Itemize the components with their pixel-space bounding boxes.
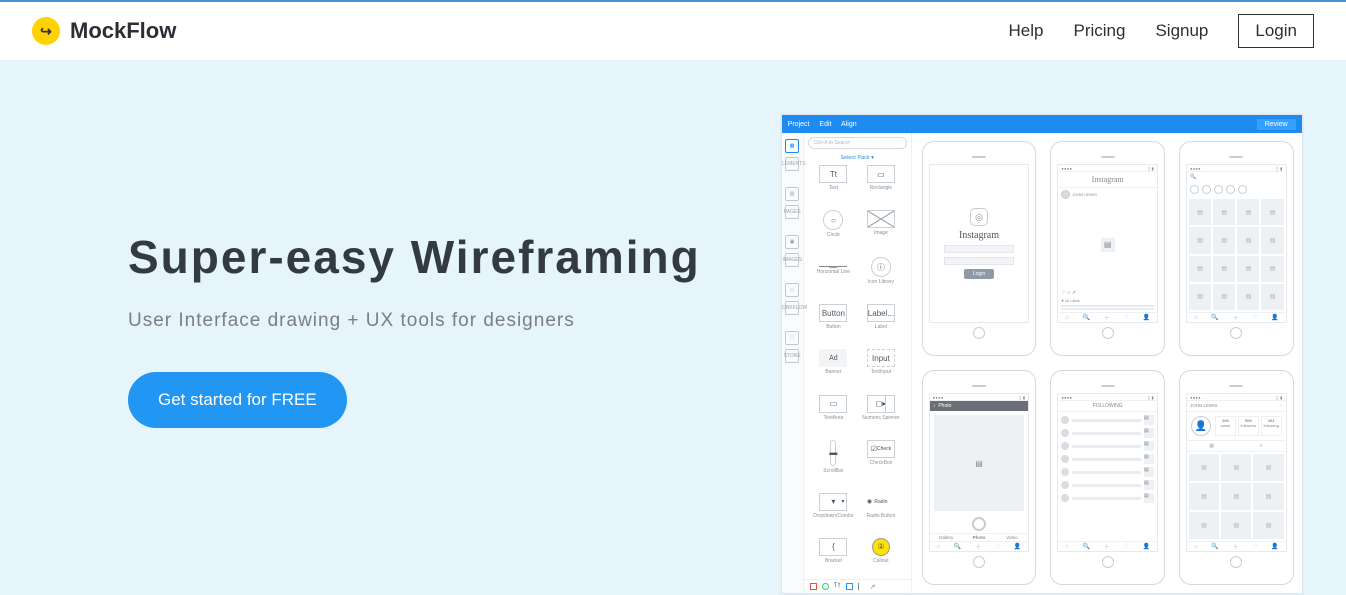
element-label[interactable]: Label...Label bbox=[859, 304, 903, 345]
feed-title: Instagram bbox=[1058, 172, 1157, 188]
element-textinput[interactable]: InputTextInput bbox=[859, 349, 903, 390]
element-text[interactable]: TtText bbox=[812, 165, 856, 206]
element-checkbox[interactable]: ☑ CheckCheckBox bbox=[859, 440, 903, 489]
mock-phone-profile[interactable]: ●●●●▯ ▮ JOHN LEWIS⋯ 👤 200posts 509follow… bbox=[1179, 370, 1294, 585]
hero-title: Super-easy Wireframing bbox=[128, 230, 781, 284]
rail-store-icon[interactable]: ⬚ bbox=[785, 331, 799, 345]
shutter-icon[interactable] bbox=[972, 517, 986, 531]
top-nav: Help Pricing Signup Login bbox=[1009, 14, 1314, 48]
password-field[interactable] bbox=[944, 257, 1013, 265]
tb-edit[interactable]: Edit bbox=[819, 121, 831, 128]
element-image[interactable]: Image bbox=[859, 210, 903, 253]
shape-arrow-icon[interactable]: ↗ bbox=[870, 583, 877, 590]
photo-bar: ‹Photo bbox=[930, 401, 1029, 411]
rail-images-label: IMAGES bbox=[785, 253, 799, 267]
rail-elements-label: ELEMENTS bbox=[785, 157, 799, 171]
element-banner[interactable]: AdBanner bbox=[812, 349, 856, 390]
status-bar: ●●●●▯ ▮ bbox=[1058, 165, 1157, 172]
mock-phone-explore[interactable]: ●●●●▯ ▮ 🔍 ▤▤▤▤ ▤▤▤▤ ▤▤▤▤ ▤▤▤▤ ⌂🔍＋♡👤 bbox=[1179, 141, 1294, 356]
brand-name: MockFlow bbox=[70, 18, 176, 44]
shape-text-icon[interactable]: T† bbox=[834, 583, 841, 590]
element-dropdown-combo[interactable]: ▾Dropdown/Combo bbox=[812, 493, 856, 534]
mock-phone-following[interactable]: ●●●●▯ ▮ FOLLOWING ▤ ▤ ▤ ▤ ▤ ▤ ▤ bbox=[1050, 370, 1165, 585]
element-circle[interactable]: ○Circle bbox=[812, 210, 856, 253]
rail-elements-icon[interactable]: ▦ bbox=[785, 139, 799, 153]
mock-phone-login[interactable]: ◎ Instagram Login bbox=[922, 141, 1037, 356]
username-field[interactable] bbox=[944, 245, 1013, 253]
phone-speaker bbox=[972, 156, 986, 158]
select-pack-link[interactable]: Select Pack ▾ bbox=[804, 155, 911, 161]
tb-align[interactable]: Align bbox=[841, 121, 857, 128]
nav-help[interactable]: Help bbox=[1009, 21, 1044, 41]
feed-user: JOHN LEWIS bbox=[1072, 192, 1096, 197]
rail-workflow-label: WORKFLOW bbox=[785, 301, 799, 315]
instagram-icon: ◎ bbox=[970, 208, 988, 226]
image-placeholder-icon: ▤ bbox=[1101, 238, 1115, 252]
hero-section: Super-easy Wireframing User Interface dr… bbox=[0, 60, 1346, 595]
editor-toolbar: Project Edit Align Review bbox=[782, 115, 1302, 133]
instagram-logo-text: Instagram bbox=[959, 230, 999, 241]
avatar-icon: 👤 bbox=[1191, 416, 1211, 436]
element-icon-library[interactable]: ⓘIcon Library bbox=[859, 257, 903, 300]
elements-grid: TtText▭Rectangle○CircleImage—Horizontal … bbox=[804, 165, 911, 579]
element-radio-button[interactable]: ◉ RadioRadio Button bbox=[859, 493, 903, 534]
profile-stats: 200posts 509followers 161following bbox=[1215, 416, 1282, 436]
shape-square-icon[interactable] bbox=[810, 583, 817, 590]
hero-copy: Super-easy Wireframing User Interface dr… bbox=[0, 60, 781, 595]
elements-panel: Ctrl+A to Search Select Pack ▾ TtText▭Re… bbox=[804, 133, 912, 593]
element-scrollbar[interactable]: ▬ScrollBar bbox=[812, 440, 856, 489]
image-placeholder-icon: ▤ bbox=[972, 456, 986, 470]
rail-pages-label: PAGES bbox=[785, 205, 799, 219]
panel-footer: T† ↗ bbox=[804, 579, 911, 593]
element-textarea[interactable]: ▭TextArea bbox=[812, 395, 856, 436]
editor-siderail: ▦ ELEMENTS ▤ PAGES ▣ IMAGES ◇ WORKFLOW ⬚… bbox=[782, 133, 804, 593]
phone-home-button bbox=[973, 327, 985, 339]
login-button[interactable]: Login bbox=[1238, 14, 1314, 48]
element-numeric-spinner[interactable]: ◻▸Numeric Spinner bbox=[859, 395, 903, 436]
rail-images-icon[interactable]: ▣ bbox=[785, 235, 799, 249]
element-rectangle[interactable]: ▭Rectangle bbox=[859, 165, 903, 206]
brand-logo[interactable]: ↪ MockFlow bbox=[32, 17, 176, 45]
wireframe-editor: Project Edit Align Review ▦ ELEMENTS ▤ P… bbox=[781, 114, 1303, 594]
shape-rect-icon[interactable] bbox=[846, 583, 853, 590]
tabbar: ⌂🔍＋♡👤 bbox=[1058, 312, 1157, 322]
rail-pages-icon[interactable]: ▤ bbox=[785, 187, 799, 201]
element-button[interactable]: ButtonButton bbox=[812, 304, 856, 345]
nav-pricing[interactable]: Pricing bbox=[1073, 21, 1125, 41]
tb-review[interactable]: Review bbox=[1257, 119, 1296, 130]
mock-login-button[interactable]: Login bbox=[964, 269, 994, 279]
rail-store-label: STORE bbox=[785, 349, 799, 363]
mock-phone-feed[interactable]: ●●●●▯ ▮ Instagram JOHN LEWIS ▤ ♡ ○ ↗ ♥ 1… bbox=[1050, 141, 1165, 356]
hero-illustration: Project Edit Align Review ▦ ELEMENTS ▤ P… bbox=[781, 60, 1346, 595]
nav-signup[interactable]: Signup bbox=[1155, 21, 1208, 41]
element-bracket[interactable]: {Bracket bbox=[812, 538, 856, 579]
element-callout[interactable]: ②Callout bbox=[859, 538, 903, 579]
cta-button[interactable]: Get started for FREE bbox=[128, 372, 347, 428]
rail-workflow-icon[interactable]: ◇ bbox=[785, 283, 799, 297]
logo-mark-icon: ↪ bbox=[32, 17, 60, 45]
tb-project[interactable]: Project bbox=[788, 121, 810, 128]
editor-canvas[interactable]: ◎ Instagram Login ●● bbox=[912, 133, 1302, 593]
shape-line-icon[interactable] bbox=[858, 583, 865, 590]
elements-search[interactable]: Ctrl+A to Search bbox=[808, 137, 907, 149]
shape-circle-icon[interactable] bbox=[822, 583, 829, 590]
following-title: FOLLOWING bbox=[1058, 401, 1157, 412]
search-placeholder: Ctrl+A to Search bbox=[814, 140, 851, 146]
mock-phone-photo[interactable]: ●●●●▯ ▮ ‹Photo ▤ GalleryPhotoVideo ⌂🔍＋♡👤 bbox=[922, 370, 1037, 585]
element-horizontal-line[interactable]: —Horizontal Line bbox=[812, 257, 856, 300]
hero-subtitle: User Interface drawing + UX tools for de… bbox=[128, 310, 781, 332]
site-header: ↪ MockFlow Help Pricing Signup Login bbox=[0, 2, 1346, 60]
